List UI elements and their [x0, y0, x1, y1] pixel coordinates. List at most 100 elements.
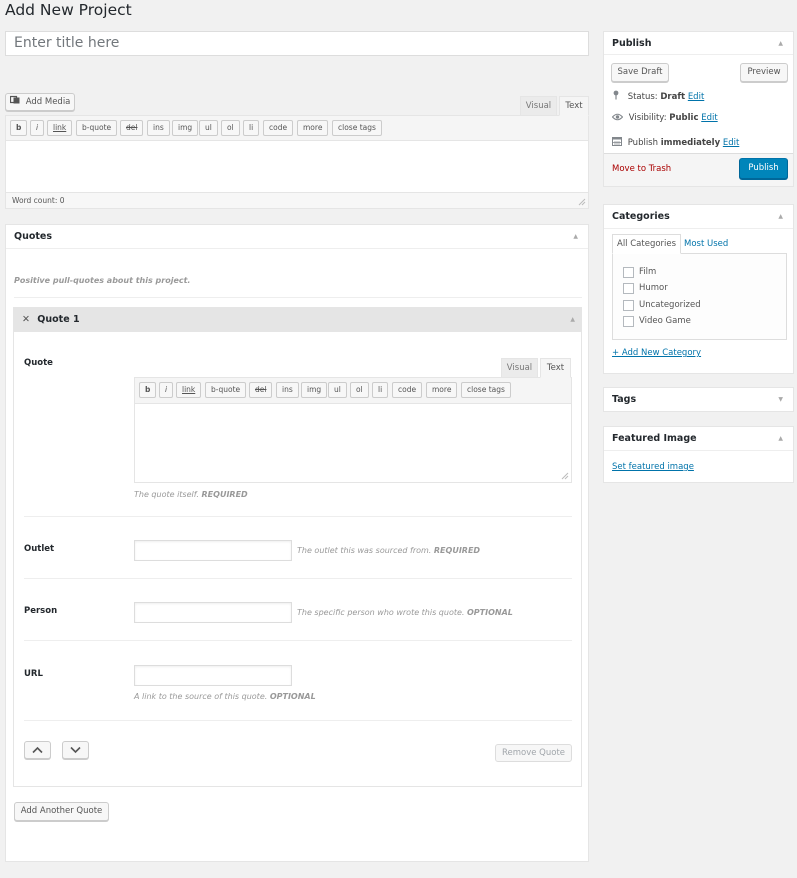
featured-image-header[interactable]: Featured Image ▲ — [604, 427, 793, 451]
checkbox-film[interactable] — [623, 267, 634, 278]
media-icon — [9, 95, 20, 104]
tab-all-categories[interactable]: All Categories — [612, 234, 682, 254]
add-new-category-link[interactable]: + Add New Category — [612, 348, 701, 358]
quote-qt-b[interactable]: b — [139, 382, 157, 398]
tab-most-used[interactable]: Most Used — [684, 239, 728, 249]
add-media-label: Add Media — [25, 97, 71, 107]
quote-tab-text[interactable]: Text — [540, 358, 571, 378]
quote-qt-more[interactable]: more — [426, 382, 458, 398]
publish-header[interactable]: Publish ▲ — [604, 32, 793, 55]
categories-header[interactable]: Categories ▲ — [604, 205, 793, 229]
collapse-arrow-icon[interactable]: ▲ — [778, 205, 783, 229]
word-count: Word count: 0 — [6, 192, 588, 208]
content-textarea[interactable] — [6, 141, 588, 192]
qt-b-quote[interactable]: b-quote — [76, 120, 118, 136]
quote-group-title: Quote 1 — [37, 314, 80, 325]
outlet-input[interactable] — [134, 540, 292, 561]
qt-ol[interactable]: ol — [221, 120, 240, 136]
quote-qt-close-tags[interactable]: close tags — [461, 382, 511, 398]
collapse-arrow-icon[interactable]: ▲ — [778, 32, 783, 55]
collapse-arrow-icon[interactable]: ▲ — [573, 225, 578, 249]
quote-textarea[interactable] — [135, 404, 571, 482]
featured-image-metabox: Featured Image ▲ Set featured image — [603, 426, 794, 483]
quote-qt-link[interactable]: link — [176, 382, 202, 398]
qt-del[interactable]: del — [120, 120, 144, 136]
edit-publish-date-link[interactable]: Edit — [723, 138, 739, 148]
quote-qt-img[interactable]: img — [301, 382, 328, 398]
tab-text[interactable]: Text — [559, 96, 589, 116]
checkbox-video-game[interactable] — [623, 316, 634, 327]
categories-title: Categories — [612, 211, 670, 222]
quote-qt-ins[interactable]: ins — [276, 382, 299, 398]
quote-qt-ol[interactable]: ol — [350, 382, 369, 398]
checkbox-uncategorized[interactable] — [623, 300, 634, 311]
quote-desc-text: The quote itself. — [134, 490, 199, 499]
post-title-input[interactable]: Enter title here — [5, 31, 589, 56]
outlet-description: The outlet this was sourced from. REQUIR… — [297, 546, 480, 555]
quotes-metabox-header[interactable]: Quotes ▲ — [6, 225, 588, 249]
qt-link[interactable]: link — [47, 120, 73, 136]
save-draft-button[interactable]: Save Draft — [611, 63, 669, 82]
close-icon[interactable]: ✕ — [22, 314, 30, 325]
qt-i[interactable]: i — [30, 120, 45, 136]
qt-ul[interactable]: ul — [199, 120, 218, 136]
person-desc-text: The specific person who wrote this quote… — [297, 608, 465, 617]
move-up-button[interactable] — [24, 741, 51, 759]
checkbox-humor[interactable] — [623, 283, 634, 294]
move-down-button[interactable] — [62, 741, 89, 759]
status-row: Status: Draft Edit — [612, 90, 704, 102]
divider — [24, 720, 572, 721]
collapse-arrow-icon[interactable]: ▲ — [570, 308, 575, 332]
collapse-arrow-icon[interactable]: ▲ — [778, 427, 783, 451]
resize-grip-icon[interactable] — [578, 198, 586, 206]
pin-icon — [613, 90, 619, 100]
preview-button[interactable]: Preview — [740, 63, 788, 82]
quote-qt-b-quote[interactable]: b-quote — [205, 382, 247, 398]
tags-title: Tags — [612, 394, 637, 405]
qt-more[interactable]: more — [297, 120, 329, 136]
edit-status-link[interactable]: Edit — [688, 92, 704, 102]
quote-quicktags-toolbar: b i link b-quote del ins img ul ol li co… — [135, 378, 571, 404]
divider — [14, 297, 582, 298]
url-desc-text: A link to the source of this quote. — [134, 692, 268, 701]
word-count-label: Word count: 0 — [12, 196, 65, 205]
expand-arrow-icon[interactable]: ▼ — [778, 388, 783, 412]
add-another-quote-button[interactable]: Add Another Quote — [14, 802, 109, 821]
url-label: URL — [24, 669, 43, 679]
move-to-trash-link[interactable]: Move to Trash — [612, 164, 671, 174]
add-media-button[interactable]: Add Media — [5, 93, 75, 111]
remove-quote-button[interactable]: Remove Quote — [495, 744, 572, 762]
category-list: Film Humor Uncategorized Video Game — [612, 253, 787, 340]
publish-button[interactable]: Publish — [739, 158, 788, 179]
quote-qt-ul[interactable]: ul — [328, 382, 347, 398]
quote-qt-i[interactable]: i — [159, 382, 174, 398]
qt-li[interactable]: li — [243, 120, 260, 136]
quote-group-header[interactable]: ✕ Quote 1 ▲ — [14, 308, 581, 332]
page-title: Add New Project — [5, 1, 132, 19]
qt-img[interactable]: img — [172, 120, 199, 136]
visibility-value: Public — [669, 113, 699, 123]
edit-visibility-link[interactable]: Edit — [701, 113, 717, 123]
qt-ins[interactable]: ins — [147, 120, 170, 136]
qt-b[interactable]: b — [10, 120, 28, 136]
category-label-uncategorized: Uncategorized — [639, 300, 701, 310]
set-featured-image-link[interactable]: Set featured image — [612, 462, 694, 472]
person-req-text: OPTIONAL — [467, 608, 513, 617]
url-input[interactable] — [134, 665, 292, 686]
status-label: Status: — [627, 92, 658, 102]
person-input[interactable] — [134, 602, 292, 623]
category-label-film: Film — [639, 267, 657, 277]
tags-header[interactable]: Tags ▼ — [604, 388, 793, 412]
quote-qt-code[interactable]: code — [392, 382, 423, 398]
tags-metabox: Tags ▼ — [603, 387, 794, 412]
divider — [24, 516, 572, 517]
qt-close-tags[interactable]: close tags — [332, 120, 382, 136]
publish-date-row: Publish immediately Edit — [612, 136, 739, 148]
chevron-down-icon — [70, 746, 81, 754]
quote-tab-visual[interactable]: Visual — [501, 358, 538, 378]
qt-code[interactable]: code — [263, 120, 294, 136]
resize-grip-icon[interactable] — [561, 472, 569, 480]
tab-visual[interactable]: Visual — [520, 96, 557, 116]
quote-qt-del[interactable]: del — [249, 382, 273, 398]
quote-qt-li[interactable]: li — [372, 382, 389, 398]
